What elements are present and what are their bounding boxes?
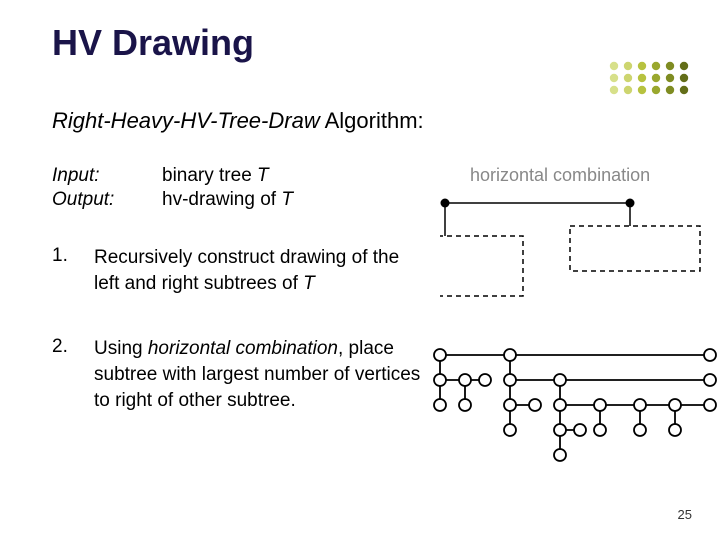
output-value: hv-drawing of T	[162, 189, 293, 211]
output-label: Output:	[52, 189, 162, 211]
subtitle-italic: Right-Heavy-HV-Tree-Draw	[52, 108, 320, 133]
step-body: Recursively construct drawing of the lef…	[94, 245, 422, 296]
io-block: Input: binary tree T Output: hv-drawing …	[52, 165, 293, 213]
steps-list: 1. Recursively construct drawing of the …	[52, 245, 422, 453]
algorithm-name: Right-Heavy-HV-Tree-Draw Algorithm:	[52, 108, 424, 134]
hv-tree-figure	[430, 345, 720, 475]
subtitle-rest: Algorithm:	[320, 108, 424, 133]
step-body: Using horizontal combination, place subt…	[94, 336, 422, 413]
step-number: 1.	[52, 245, 94, 296]
input-value: binary tree T	[162, 165, 269, 187]
page-title: HV Drawing	[52, 22, 254, 64]
step-2: 2. Using horizontal combination, place s…	[52, 336, 422, 413]
decorative-dots	[606, 60, 696, 98]
horizontal-combination-figure	[440, 196, 705, 301]
input-label: Input:	[52, 165, 162, 187]
input-row: Input: binary tree T	[52, 165, 293, 187]
step-number: 2.	[52, 336, 94, 413]
output-row: Output: hv-drawing of T	[52, 189, 293, 211]
page-number: 25	[678, 507, 692, 522]
step-1: 1. Recursively construct drawing of the …	[52, 245, 422, 296]
horizontal-combination-label: horizontal combination	[470, 165, 650, 186]
